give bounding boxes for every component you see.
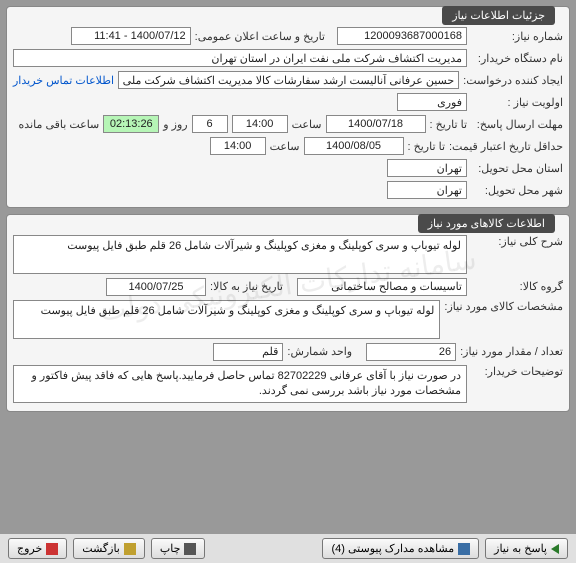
panel1-title: جزئیات اطلاعات نیاز bbox=[442, 6, 555, 25]
requester-label: ایجاد کننده درخواست: bbox=[463, 74, 563, 87]
unit-field[interactable] bbox=[213, 343, 283, 361]
group-label: گروه کالا: bbox=[471, 280, 563, 293]
need-number-label: شماره نیاز: bbox=[471, 30, 563, 43]
notes-label: توضیحات خریدار: bbox=[471, 365, 563, 378]
back-icon bbox=[124, 543, 136, 555]
price-valid-date[interactable] bbox=[304, 137, 404, 155]
requester-field[interactable] bbox=[118, 71, 459, 89]
play-icon bbox=[551, 544, 559, 554]
back-button[interactable]: بازگشت bbox=[73, 538, 145, 559]
desc-field[interactable] bbox=[13, 235, 467, 274]
deadline-time[interactable] bbox=[232, 115, 288, 133]
view-docs-button[interactable]: مشاهده مدارک پیوستی (4) bbox=[322, 538, 479, 559]
deadline-time-label: ساعت bbox=[292, 118, 322, 131]
notes-field[interactable] bbox=[13, 365, 467, 404]
buyer-contact-link[interactable]: اطلاعات تماس خریدار bbox=[13, 74, 114, 87]
exit-button[interactable]: خروج bbox=[8, 538, 67, 559]
qty-field[interactable] bbox=[366, 343, 456, 361]
deadline-label: مهلت ارسال پاسخ: bbox=[471, 118, 563, 131]
city-label: شهر محل تحویل: bbox=[471, 184, 563, 197]
docs-label: مشاهده مدارک پیوستی (4) bbox=[331, 542, 454, 555]
price-valid-to-label: تا تاریخ : bbox=[408, 140, 445, 153]
price-valid-time-label: ساعت bbox=[270, 140, 300, 153]
print-button[interactable]: چاپ bbox=[151, 538, 206, 559]
exit-label: خروج bbox=[17, 542, 42, 555]
price-valid-label: حداقل تاریخ اعتبار قیمت: bbox=[449, 140, 563, 153]
announce-label: تاریخ و ساعت اعلان عمومی: bbox=[195, 30, 325, 43]
desc-label: شرح کلی نیاز: bbox=[471, 235, 563, 248]
panel2-title: اطلاعات کالاهای مورد نیاز bbox=[418, 214, 555, 233]
province-label: استان محل تحویل: bbox=[471, 162, 563, 175]
priority-label: اولویت نیاز : bbox=[471, 96, 563, 109]
deadline-days[interactable] bbox=[192, 115, 228, 133]
deadline-remaining bbox=[103, 115, 159, 133]
spec-field[interactable] bbox=[13, 300, 440, 339]
city-field[interactable] bbox=[387, 181, 467, 199]
need-date-label: تاریخ نیاز به کالا: bbox=[210, 280, 283, 293]
unit-label: واحد شمارش: bbox=[287, 345, 352, 358]
print-label: چاپ bbox=[160, 542, 181, 555]
days-label: روز و bbox=[163, 118, 187, 131]
need-date-field[interactable] bbox=[106, 278, 206, 296]
announce-field[interactable] bbox=[71, 27, 191, 45]
document-icon bbox=[458, 543, 470, 555]
priority-field[interactable] bbox=[397, 93, 467, 111]
group-field[interactable] bbox=[297, 278, 467, 296]
buyer-label: نام دستگاه خریدار: bbox=[471, 52, 563, 65]
qty-label: تعداد / مقدار مورد نیاز: bbox=[460, 345, 563, 358]
printer-icon bbox=[184, 543, 196, 555]
need-number-field[interactable] bbox=[337, 27, 467, 45]
respond-label: پاسخ به نیاز bbox=[494, 542, 547, 555]
goods-info-panel: اطلاعات کالاهای مورد نیاز شرح کلی نیاز: … bbox=[6, 214, 570, 412]
respond-button[interactable]: پاسخ به نیاز bbox=[485, 538, 568, 559]
deadline-date[interactable] bbox=[326, 115, 426, 133]
back-label: بازگشت bbox=[82, 542, 120, 555]
buyer-field[interactable] bbox=[13, 49, 467, 67]
bottom-toolbar: پاسخ به نیاز مشاهده مدارک پیوستی (4) چاپ… bbox=[0, 533, 576, 563]
spec-label: مشخصات کالای مورد نیاز: bbox=[444, 300, 563, 313]
deadline-to-label: تا تاریخ : bbox=[430, 118, 467, 131]
price-valid-time[interactable] bbox=[210, 137, 266, 155]
need-details-panel: جزئیات اطلاعات نیاز شماره نیاز: تاریخ و … bbox=[6, 6, 570, 208]
exit-icon bbox=[46, 543, 58, 555]
remain-label: ساعت باقی مانده bbox=[19, 118, 100, 131]
province-field[interactable] bbox=[387, 159, 467, 177]
